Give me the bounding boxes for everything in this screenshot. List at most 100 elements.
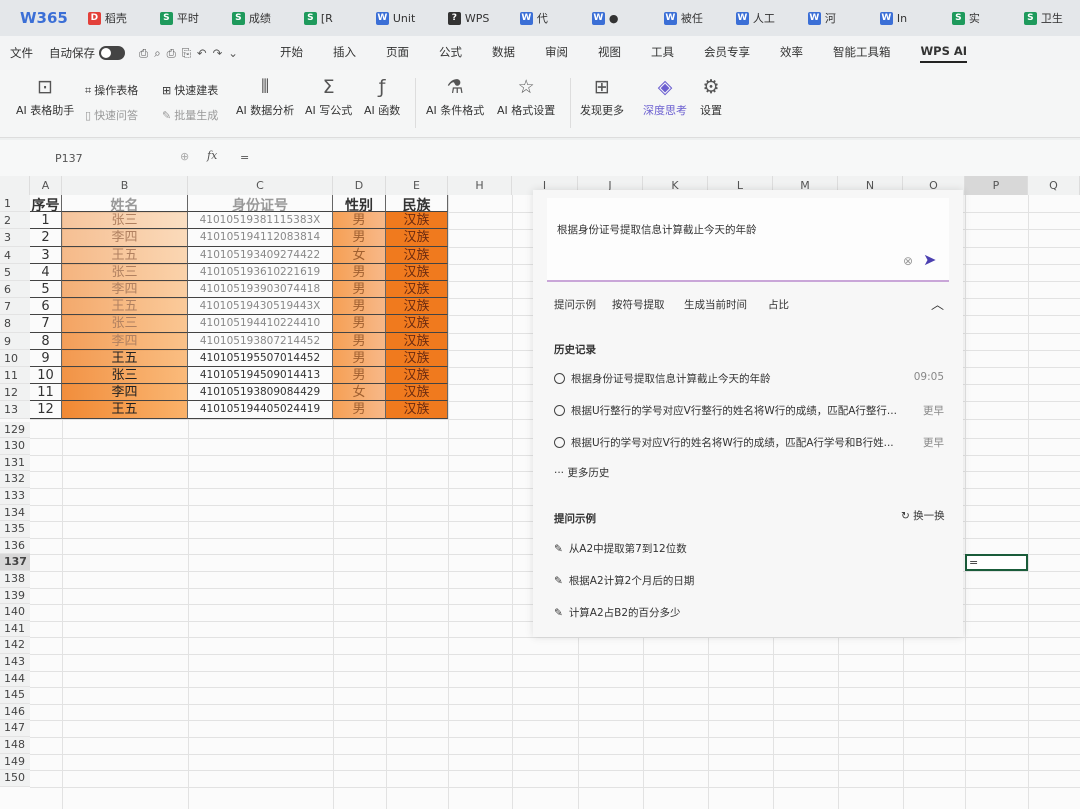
- table-cell[interactable]: 410105194410224410: [188, 315, 333, 333]
- table-cell[interactable]: 汉族: [386, 315, 448, 333]
- menu-file[interactable]: 文件: [10, 45, 33, 61]
- table-cell[interactable]: 汉族: [386, 367, 448, 385]
- condition-format-button[interactable]: ⚗ AI 条件格式: [426, 76, 484, 118]
- history-item[interactable]: 根据U行的学号对应V行的姓名将W行的成绩，匹配A行学号和B行姓... 更早: [554, 435, 944, 450]
- table-cell[interactable]: 410105195507014452: [188, 349, 333, 367]
- row-header[interactable]: 9: [0, 332, 30, 350]
- column-header[interactable]: E: [386, 176, 448, 195]
- menu-item[interactable]: 数据: [492, 44, 515, 63]
- column-header[interactable]: D: [333, 176, 386, 195]
- table-cell[interactable]: 张三: [62, 212, 188, 230]
- table-cell[interactable]: 4: [30, 263, 62, 281]
- menu-item[interactable]: 公式: [439, 44, 462, 63]
- wps-logo[interactable]: W365: [20, 9, 68, 27]
- row-header[interactable]: 135: [0, 521, 30, 538]
- select-all-corner[interactable]: [0, 176, 30, 195]
- prompt-text[interactable]: 根据身份证号提取信息计算截止今天的年龄: [557, 222, 757, 237]
- document-tab[interactable]: S 卫生: [1023, 10, 1080, 26]
- prompt-chip[interactable]: 提问示例: [554, 297, 596, 312]
- autosave-toggle[interactable]: [99, 46, 125, 60]
- table-cell[interactable]: 女: [333, 246, 386, 264]
- refresh-button[interactable]: ↻ 换一换: [901, 508, 945, 523]
- table-cell[interactable]: 6: [30, 298, 62, 316]
- table-cell[interactable]: 汉族: [386, 212, 448, 230]
- row-header[interactable]: 141: [0, 620, 30, 638]
- example-prompt[interactable]: ✎ 根据A2计算2个月后的日期: [554, 573, 694, 588]
- table-header-cell[interactable]: 身份证号: [188, 195, 333, 213]
- table-cell[interactable]: 男: [333, 332, 386, 350]
- table-cell[interactable]: 9: [30, 349, 62, 367]
- menu-item[interactable]: 效率: [780, 44, 803, 63]
- data-analysis-button[interactable]: ⫴ AI 数据分析: [236, 76, 294, 118]
- document-tab[interactable]: W 人工: [735, 10, 808, 26]
- history-item[interactable]: 根据U行整行的学号对应V行整行的姓名将W行的成绩，匹配A行整行... 更早: [554, 403, 944, 418]
- table-cell[interactable]: 汉族: [386, 332, 448, 350]
- table-cell[interactable]: 1: [30, 212, 62, 230]
- menu-item[interactable]: 视图: [598, 44, 621, 63]
- row-header[interactable]: 139: [0, 587, 30, 605]
- table-header-cell[interactable]: 性别: [333, 195, 386, 213]
- table-cell[interactable]: 男: [333, 401, 386, 419]
- table-cell[interactable]: 汉族: [386, 281, 448, 299]
- document-tab[interactable]: W In: [879, 10, 952, 26]
- row-header[interactable]: 145: [0, 687, 30, 704]
- row-header[interactable]: 146: [0, 703, 30, 721]
- collapse-chevron-icon[interactable]: ︿: [931, 294, 944, 313]
- table-cell[interactable]: 410105193903074418: [188, 281, 333, 299]
- prompt-chip[interactable]: 占比: [768, 297, 789, 312]
- row-header[interactable]: 10: [0, 349, 30, 367]
- row-header[interactable]: 129: [0, 421, 30, 439]
- row-header[interactable]: 12: [0, 384, 30, 402]
- column-header[interactable]: Q: [1028, 176, 1080, 195]
- menu-item[interactable]: 页面: [386, 44, 409, 63]
- example-prompt[interactable]: ✎ 计算A2占B2的百分多少: [554, 605, 681, 620]
- table-cell[interactable]: 王五: [62, 246, 188, 264]
- table-cell[interactable]: 12: [30, 401, 62, 419]
- document-tab[interactable]: S 平时: [159, 10, 232, 26]
- table-cell[interactable]: 11: [30, 384, 62, 402]
- table-cell[interactable]: 7: [30, 315, 62, 333]
- formula-input[interactable]: =: [240, 151, 249, 164]
- menu-item[interactable]: 工具: [651, 44, 674, 63]
- quick-table-button[interactable]: ⊞ 快速建表: [162, 82, 218, 98]
- row-header[interactable]: 147: [0, 720, 30, 737]
- document-tab[interactable]: W河: [807, 10, 880, 26]
- menu-item[interactable]: 开始: [280, 44, 303, 63]
- row-header[interactable]: 8: [0, 315, 30, 333]
- table-cell[interactable]: 410105194509014413: [188, 367, 333, 385]
- table-cell[interactable]: 李四: [62, 281, 188, 299]
- table-cell[interactable]: 410105193610221619: [188, 263, 333, 281]
- column-header[interactable]: P: [965, 176, 1028, 195]
- function-button[interactable]: ƒ AI 函数: [364, 76, 400, 118]
- table-cell[interactable]: 男: [333, 229, 386, 247]
- table-cell[interactable]: 男: [333, 263, 386, 281]
- name-box[interactable]: P137: [55, 152, 83, 165]
- column-header[interactable]: B: [62, 176, 188, 195]
- column-header[interactable]: C: [188, 176, 333, 195]
- chat-button[interactable]: ⊡ AI 表格助手: [16, 76, 74, 118]
- table-cell[interactable]: 汉族: [386, 229, 448, 247]
- row-header[interactable]: 5: [0, 263, 30, 281]
- row-header[interactable]: 13: [0, 401, 30, 419]
- fx-icon[interactable]: fx: [207, 149, 217, 162]
- row-header[interactable]: 3: [0, 229, 30, 247]
- row-header[interactable]: 142: [0, 637, 30, 654]
- row-header[interactable]: 131: [0, 454, 30, 472]
- table-cell[interactable]: 张三: [62, 315, 188, 333]
- document-tab[interactable]: W ●: [591, 10, 664, 26]
- table-cell[interactable]: 汉族: [386, 246, 448, 264]
- row-header[interactable]: 149: [0, 753, 30, 771]
- table-cell[interactable]: 汉族: [386, 263, 448, 281]
- table-cell[interactable]: 李四: [62, 332, 188, 350]
- table-cell[interactable]: 5: [30, 281, 62, 299]
- row-header[interactable]: 132: [0, 471, 30, 488]
- document-tab[interactable]: S 成绩: [231, 10, 304, 26]
- deep-think-button[interactable]: ◈ 深度思考: [643, 76, 687, 118]
- table-cell[interactable]: 女: [333, 384, 386, 402]
- document-tab[interactable]: W 被任: [663, 10, 736, 26]
- format-settings-button[interactable]: ☆ AI 格式设置: [497, 76, 555, 118]
- row-header[interactable]: 144: [0, 670, 30, 688]
- table-header-cell[interactable]: 姓名: [62, 195, 188, 213]
- table-cell[interactable]: 王五: [62, 349, 188, 367]
- menu-item[interactable]: 智能工具箱: [833, 44, 891, 63]
